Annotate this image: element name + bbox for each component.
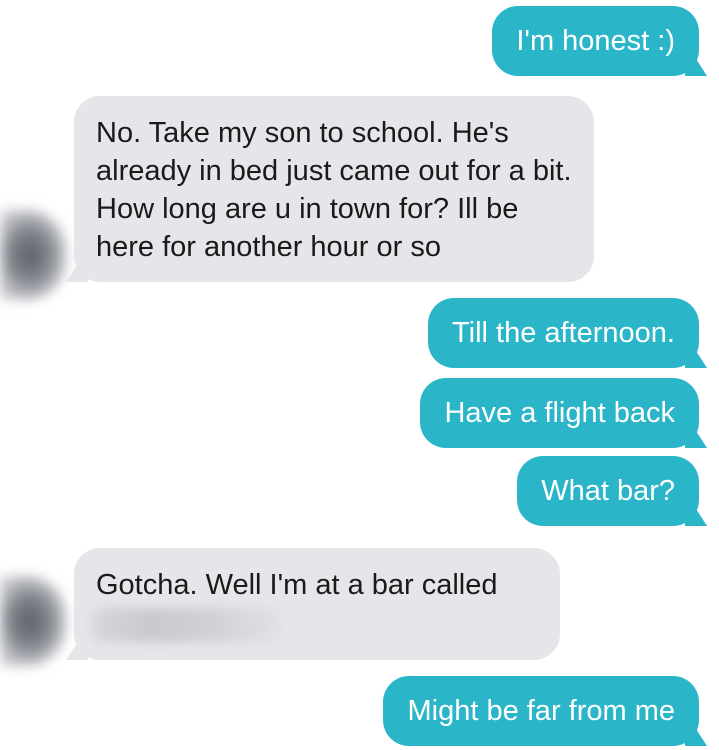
message-text: I'm honest :): [516, 25, 675, 57]
redacted-text: [92, 608, 282, 642]
message-text: Gotcha. Well I'm at a bar called: [96, 569, 498, 601]
contact-avatar[interactable]: [0, 210, 66, 300]
sent-message-bubble[interactable]: What bar?: [517, 456, 699, 526]
message-text: No. Take my son to school. He's already …: [96, 117, 572, 263]
sent-message-bubble[interactable]: Have a flight back: [420, 378, 699, 448]
contact-avatar[interactable]: [0, 576, 66, 666]
message-text: Might be far from me: [407, 695, 675, 727]
message-text: What bar?: [541, 475, 675, 507]
message-text: Have a flight back: [444, 397, 675, 429]
message-text: Till the afternoon.: [452, 317, 675, 349]
sent-message-bubble[interactable]: Might be far from me: [383, 676, 699, 746]
sent-message-bubble[interactable]: I'm honest :): [492, 6, 699, 76]
received-message-bubble[interactable]: No. Take my son to school. He's already …: [74, 96, 594, 282]
received-message-bubble[interactable]: Gotcha. Well I'm at a bar called: [74, 548, 560, 660]
sent-message-bubble[interactable]: Till the afternoon.: [428, 298, 699, 368]
